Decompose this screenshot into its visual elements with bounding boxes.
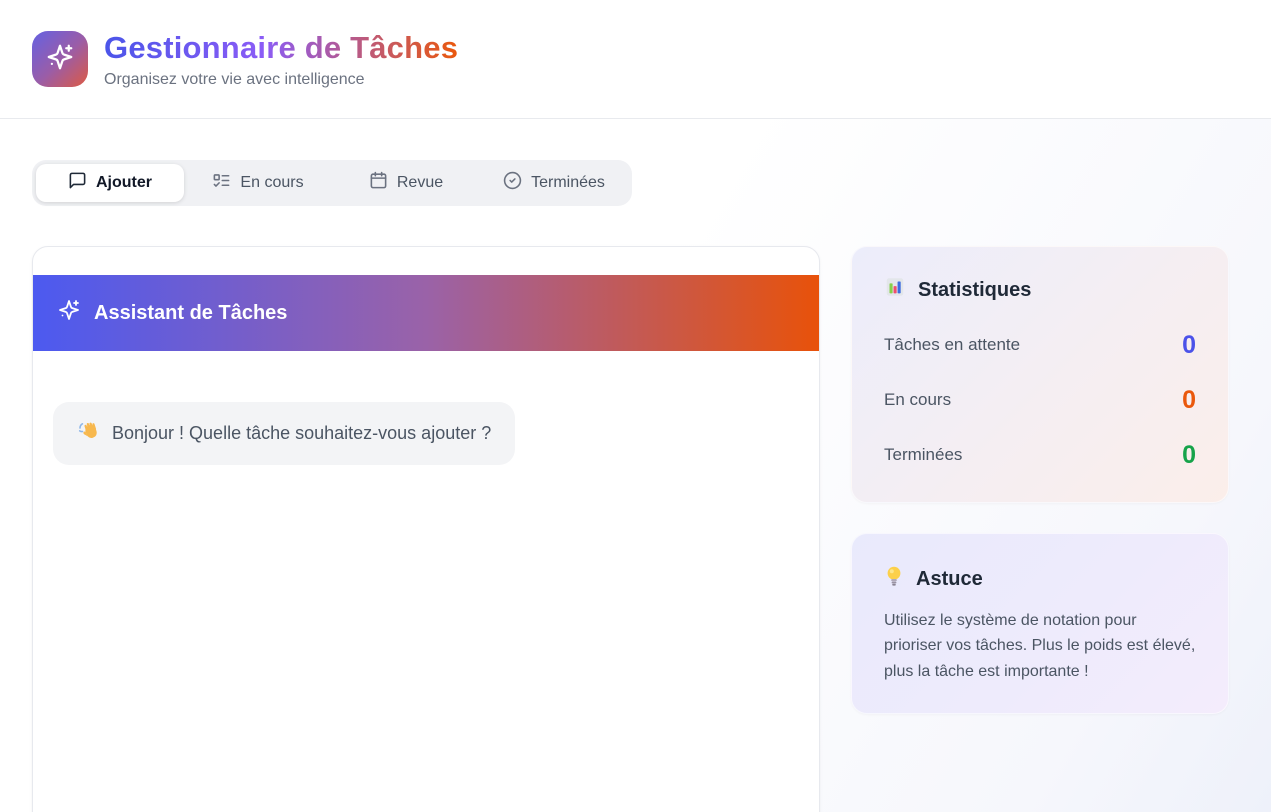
tip-card: Astuce Utilisez le système de notation p… bbox=[851, 533, 1229, 714]
stats-title: Statistiques bbox=[918, 279, 1031, 302]
page-title: Gestionnaire de Tâches bbox=[104, 30, 458, 66]
assistant-message: Bonjour ! Quelle tâche souhaitez-vous aj… bbox=[53, 402, 515, 465]
stat-label: En cours bbox=[884, 390, 951, 410]
circle-check-icon bbox=[503, 171, 522, 195]
stat-value-pending: 0 bbox=[1182, 331, 1196, 360]
message-square-icon bbox=[68, 171, 87, 195]
tab-revue[interactable]: Revue bbox=[332, 164, 480, 202]
stats-title-row: Statistiques bbox=[884, 276, 1196, 304]
sidebar: Statistiques Tâches en attente 0 En cour… bbox=[851, 246, 1229, 714]
stat-label: Terminées bbox=[884, 445, 962, 465]
tab-label: En cours bbox=[240, 174, 303, 192]
stat-value-in-progress: 0 bbox=[1182, 386, 1196, 415]
tip-title-row: Astuce bbox=[884, 565, 1196, 593]
chat-area: Bonjour ! Quelle tâche souhaitez-vous aj… bbox=[33, 351, 819, 516]
assistant-message-text: Bonjour ! Quelle tâche souhaitez-vous aj… bbox=[112, 423, 491, 444]
stat-row-pending: Tâches en attente 0 bbox=[884, 331, 1196, 359]
tab-label: Ajouter bbox=[96, 174, 152, 192]
list-todo-icon bbox=[212, 171, 231, 195]
assistant-title: Assistant de Tâches bbox=[94, 302, 287, 325]
app-logo bbox=[32, 31, 88, 87]
stat-value-done: 0 bbox=[1182, 441, 1196, 470]
content-grid: Assistant de Tâches bbox=[32, 246, 1239, 812]
tab-label: Terminées bbox=[531, 174, 605, 192]
stat-row-done: Terminées 0 bbox=[884, 441, 1196, 469]
calendar-icon bbox=[369, 171, 388, 195]
wave-emoji bbox=[77, 419, 101, 448]
assistant-panel: Assistant de Tâches bbox=[32, 246, 820, 812]
assistant-header: Assistant de Tâches bbox=[33, 275, 819, 351]
tab-en-cours[interactable]: En cours bbox=[184, 164, 332, 202]
page-main: Ajouter En cours Revue bbox=[0, 119, 1271, 812]
tip-title: Astuce bbox=[916, 568, 983, 591]
page-subtitle: Organisez votre vie avec intelligence bbox=[104, 71, 458, 89]
sparkles-icon bbox=[57, 298, 81, 328]
stat-row-in-progress: En cours 0 bbox=[884, 386, 1196, 414]
lightbulb-emoji bbox=[884, 565, 904, 593]
tab-ajouter[interactable]: Ajouter bbox=[36, 164, 184, 202]
stats-card: Statistiques Tâches en attente 0 En cour… bbox=[851, 246, 1229, 503]
bar-chart-emoji bbox=[884, 276, 906, 304]
app-header: Gestionnaire de Tâches Organisez votre v… bbox=[0, 0, 1271, 119]
tab-terminees[interactable]: Terminées bbox=[480, 164, 628, 202]
app-titles: Gestionnaire de Tâches Organisez votre v… bbox=[104, 30, 458, 89]
stat-label: Tâches en attente bbox=[884, 335, 1020, 355]
tip-text: Utilisez le système de notation pour pri… bbox=[884, 608, 1196, 684]
tab-label: Revue bbox=[397, 174, 443, 192]
tab-bar: Ajouter En cours Revue bbox=[32, 160, 632, 206]
sparkles-icon bbox=[45, 42, 75, 77]
